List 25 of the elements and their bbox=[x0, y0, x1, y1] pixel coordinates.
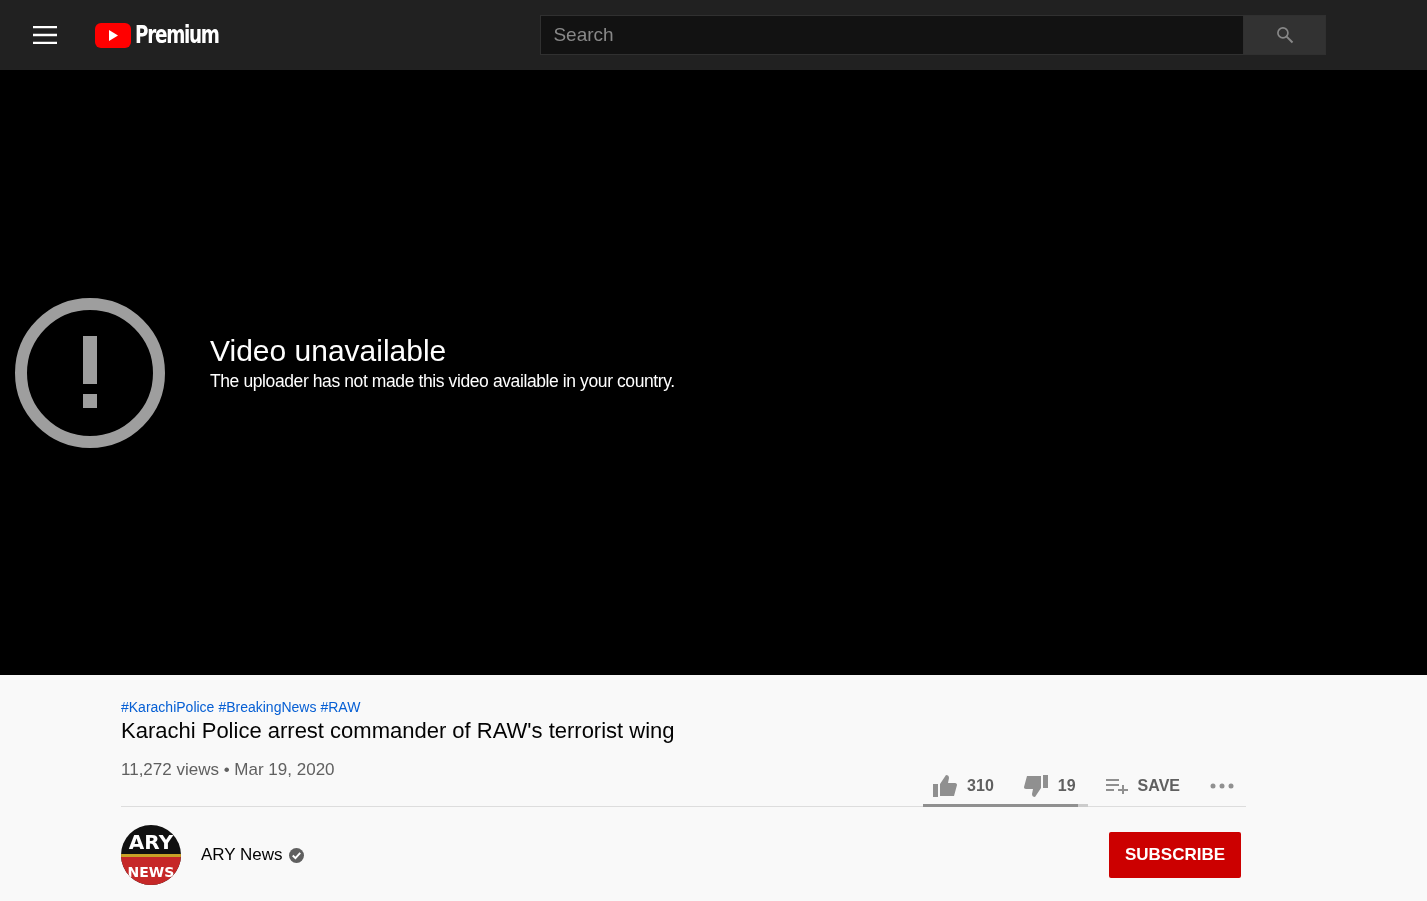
channel-avatar: ARY NEWS bbox=[121, 825, 181, 885]
video-title: Karachi Police arrest commander of RAW's terrorist wing bbox=[121, 718, 676, 744]
alert-icon bbox=[15, 297, 165, 448]
logo-text: Premium bbox=[135, 21, 219, 49]
subscribe-button[interactable]: SUBSCRIBE bbox=[1109, 832, 1241, 878]
view-count-date: 11,272 views • Mar 19, 2020 bbox=[121, 760, 335, 780]
more-icon bbox=[1210, 783, 1234, 789]
channel-name[interactable]: ARY News bbox=[201, 845, 283, 865]
search-button[interactable] bbox=[1244, 15, 1327, 55]
playlist-add-icon bbox=[1105, 778, 1128, 794]
error-title: Video unavailable bbox=[210, 333, 448, 369]
hashtag-link[interactable]: #KarachiPolice bbox=[121, 699, 215, 715]
save-button[interactable]: SAVE bbox=[1105, 777, 1180, 795]
dislike-button[interactable]: 19 bbox=[1023, 775, 1076, 797]
menu-icon bbox=[33, 26, 57, 44]
like-button[interactable]: 310 bbox=[933, 775, 994, 797]
error-message: The uploader has not made this video available in your country. bbox=[210, 371, 675, 392]
hashtag-link[interactable]: #BreakingNews bbox=[218, 699, 317, 715]
hashtag-link[interactable]: #RAW bbox=[320, 699, 361, 715]
search-field[interactable]: Search bbox=[540, 15, 1245, 55]
play-logo-icon bbox=[95, 22, 131, 48]
search-icon bbox=[1274, 25, 1295, 45]
more-button[interactable] bbox=[1210, 783, 1234, 789]
thumb-down-icon bbox=[1023, 775, 1048, 797]
thumb-up-icon bbox=[933, 775, 958, 797]
